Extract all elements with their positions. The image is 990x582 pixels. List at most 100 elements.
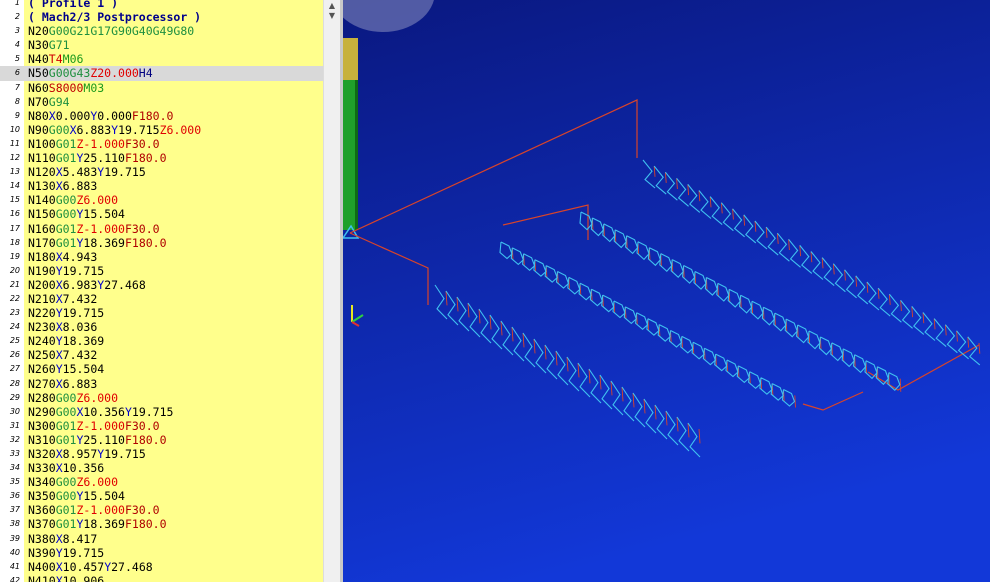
- gcode-text: N200X6.983Y27.468: [28, 277, 146, 292]
- gcode-text: N360G01Z-1.000F30.0: [28, 503, 160, 518]
- gcode-text: N280G00Z6.000: [28, 390, 119, 405]
- line-number: 13: [9, 167, 20, 177]
- line-number: 9: [14, 110, 20, 120]
- gcode-line[interactable]: 33 N320X8.957Y19.715: [0, 447, 323, 461]
- gcode-line[interactable]: 16 N150G00Y15.504: [0, 207, 323, 221]
- gcode-text: N270X6.883: [28, 376, 98, 391]
- line-number: 39: [9, 533, 20, 543]
- gcode-line[interactable]: 35 N340G00Z6.000: [0, 475, 323, 489]
- line-number: 23: [9, 308, 20, 318]
- gcode-lines[interactable]: 1 ( Profile 1 ) 2 ( Mach2/3 Postprocessor )…: [0, 0, 323, 582]
- gcode-text: N190Y19.715: [28, 263, 105, 278]
- gcode-line[interactable]: 22 N210X7.432: [0, 292, 323, 306]
- gcode-line[interactable]: 4 N30G71: [0, 38, 323, 52]
- gcode-text: N110G01Y25.110F180.0: [28, 151, 167, 166]
- gcode-line[interactable]: 8 N70G94: [0, 95, 323, 109]
- gcode-text: N180X4.943: [28, 249, 98, 264]
- gcode-text: ( Profile 1 ): [28, 0, 119, 10]
- gcode-text: N410X10.906: [28, 573, 105, 582]
- line-number: 27: [9, 364, 20, 374]
- gcode-line[interactable]: 36 N350G00Y15.504: [0, 489, 323, 503]
- gcode-text: N390Y19.715: [28, 545, 105, 560]
- gcode-line[interactable]: 15 N140G00Z6.000: [0, 193, 323, 207]
- line-number: 24: [9, 322, 20, 332]
- gcode-text: N130X6.883: [28, 179, 98, 194]
- gcode-line[interactable]: 2 ( Mach2/3 Postprocessor ): [0, 10, 323, 24]
- gcode-text: N210X7.432: [28, 291, 98, 306]
- gcode-line[interactable]: 39 N380X8.417: [0, 532, 323, 546]
- gcode-line[interactable]: 42 N410X10.906: [0, 574, 323, 582]
- gcode-line[interactable]: 38 N370G01Y18.369F180.0: [0, 517, 323, 531]
- gcode-line[interactable]: 13 N120X5.483Y19.715: [0, 165, 323, 179]
- line-number: 40: [9, 547, 20, 557]
- line-number: 33: [9, 449, 20, 458]
- gcode-line[interactable]: 29 N280G00Z6.000: [0, 391, 323, 405]
- gcode-line[interactable]: 18 N170G01Y18.369F180.0: [0, 236, 323, 250]
- gcode-text: ( Mach2/3 Postprocessor ): [28, 10, 202, 25]
- viewport-background: [343, 0, 990, 582]
- gcode-line[interactable]: 24 N230X8.036: [0, 320, 323, 334]
- gcode-line[interactable]: 30 N290G00X10.356Y19.715: [0, 405, 323, 419]
- gcode-line[interactable]: 41 N400X10.457Y27.468: [0, 560, 323, 574]
- line-number: 10: [9, 124, 20, 134]
- line-number: 2: [14, 12, 20, 22]
- gcode-text: N220Y19.715: [28, 306, 105, 321]
- gcode-line[interactable]: 27 N260Y15.504: [0, 362, 323, 376]
- gcode-line[interactable]: 9 N80X0.000Y0.000F180.0: [0, 109, 323, 123]
- gcode-line[interactable]: 25 N240Y18.369: [0, 334, 323, 348]
- gcode-line[interactable]: 1 ( Profile 1 ): [0, 0, 323, 10]
- gcode-text: N340G00Z6.000: [28, 475, 119, 490]
- gcode-line[interactable]: 3 N20G00G21G17G90G40G49G80: [0, 24, 323, 38]
- line-number: 15: [9, 195, 20, 205]
- gcode-line[interactable]: 20 N190Y19.715: [0, 264, 323, 278]
- line-number: 32: [9, 434, 20, 444]
- line-number: 34: [9, 463, 20, 473]
- gcode-line[interactable]: 19 N180X4.943: [0, 250, 323, 264]
- gcode-line[interactable]: 10 N90G00X6.883Y19.715Z6.000: [0, 123, 323, 137]
- line-number: 4: [14, 40, 20, 50]
- gcode-text: N330X10.356: [28, 461, 105, 476]
- line-number: 8: [14, 96, 20, 106]
- scroll-up-icon[interactable]: ▲: [326, 1, 338, 11]
- line-number: 5: [14, 54, 20, 64]
- gcode-line[interactable]: 32 N310G01Y25.110F180.0: [0, 433, 323, 447]
- gcode-line[interactable]: 6 N50G00G43Z20.000H4: [0, 66, 323, 81]
- gcode-line[interactable]: 14 N130X6.883: [0, 179, 323, 193]
- gcode-line[interactable]: 40 N390Y19.715: [0, 546, 323, 560]
- cutter-tool-icon: [343, 38, 360, 239]
- gcode-text: N380X8.417: [28, 531, 98, 546]
- line-number: 22: [9, 293, 20, 303]
- toolpath-3d-viewport[interactable]: [343, 0, 990, 582]
- gcode-line[interactable]: 26 N250X7.432: [0, 348, 323, 362]
- gcode-text: N80X0.000Y0.000F180.0: [28, 108, 174, 123]
- gcode-line[interactable]: 34 N330X10.356: [0, 461, 323, 475]
- gcode-text: N350G00Y15.504: [28, 489, 125, 504]
- gcode-line[interactable]: 23 N220Y19.715: [0, 306, 323, 320]
- gcode-line[interactable]: 28 N270X6.883: [0, 377, 323, 391]
- scroll-down-icon[interactable]: ▼: [326, 11, 338, 21]
- rapid-hop: [899, 378, 902, 392]
- gcode-text: N50G00G43Z20.000H4: [28, 66, 153, 81]
- gcode-line[interactable]: 5 N40T4M06: [0, 52, 323, 66]
- gcode-line[interactable]: 17 N160G01Z-1.000F30.0: [0, 222, 323, 236]
- gcode-text: N300G01Z-1.000F30.0: [28, 418, 160, 433]
- gcode-line[interactable]: 37 N360G01Z-1.000F30.0: [0, 503, 323, 517]
- gcode-text: N260Y15.504: [28, 362, 105, 377]
- gcode-editor[interactable]: 1 ( Profile 1 ) 2 ( Mach2/3 Postprocessor )…: [0, 0, 340, 582]
- line-number: 38: [9, 519, 20, 529]
- line-number: 41: [9, 561, 20, 571]
- gcode-line[interactable]: 12 N110G01Y25.110F180.0: [0, 151, 323, 165]
- gcode-text: N160G01Z-1.000F30.0: [28, 221, 160, 236]
- gcode-text: N140G00Z6.000: [28, 193, 119, 208]
- gcode-line[interactable]: 11 N100G01Z-1.000F30.0: [0, 137, 323, 151]
- gcode-line[interactable]: 7 N60S8000M03: [0, 81, 323, 95]
- toolpath-preview: [343, 0, 990, 582]
- gcode-text: N30G71: [28, 38, 70, 53]
- vertical-scrollbar[interactable]: ▲ ▼: [323, 0, 340, 582]
- gcode-line[interactable]: 31 N300G01Z-1.000F30.0: [0, 419, 323, 433]
- gcode-text: N40T4M06: [28, 52, 84, 67]
- line-number: 6: [14, 68, 20, 78]
- line-number: 29: [9, 392, 20, 402]
- line-number: 30: [9, 406, 20, 416]
- gcode-line[interactable]: 21 N200X6.983Y27.468: [0, 278, 323, 292]
